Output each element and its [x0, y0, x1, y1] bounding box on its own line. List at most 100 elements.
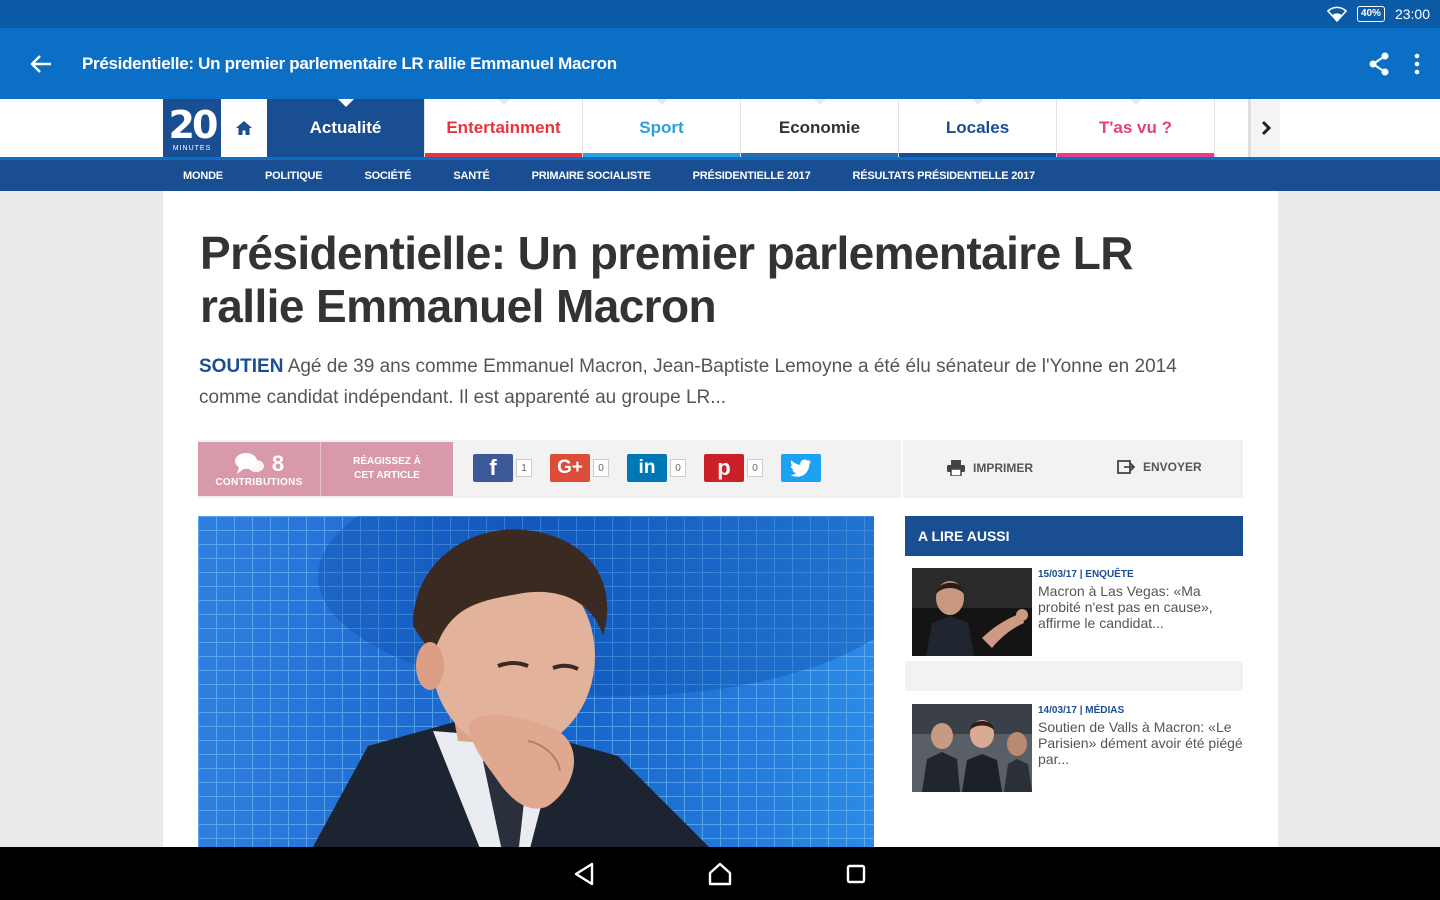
share-icon [1369, 52, 1389, 75]
subnav-item[interactable]: PRIMAIRE SOCIALISTE [532, 170, 651, 182]
system-nav-bar [0, 847, 1440, 900]
back-button[interactable] [0, 28, 82, 99]
subnav-item[interactable]: MONDE [183, 170, 223, 182]
nav-home-button[interactable] [707, 862, 733, 886]
tab-1[interactable]: Actualité [267, 99, 425, 157]
clock: 23:00 [1394, 6, 1430, 22]
site-logo[interactable]: 20 MINUTES [163, 99, 221, 157]
arrow-left-icon [30, 54, 51, 73]
wifi-icon [1326, 6, 1347, 22]
twitter-share-button[interactable] [781, 454, 821, 482]
subnav-item[interactable]: PRÉSIDENTIELLE 2017 [693, 170, 811, 182]
linkedin-count: 0 [670, 459, 686, 477]
article-lead: SOUTIEN Agé de 39 ans comme Emmanuel Mac… [199, 351, 1229, 413]
send-icon [1117, 460, 1135, 474]
related-thumbnail [912, 704, 1032, 792]
logo-subtitle: MINUTES [172, 144, 212, 152]
related-meta: 14/03/17 | MÉDIAS [1038, 705, 1125, 716]
comments-icon [234, 452, 264, 474]
square-recents-icon [846, 864, 866, 883]
article-headline: Présidentielle: Un premier parlementaire… [200, 227, 1133, 332]
tab-label: T'as vu ? [1098, 118, 1172, 137]
tab-3[interactable]: Sport [583, 99, 741, 157]
article-lead-text: Agé de 39 ans comme Emmanuel Macron, Jea… [199, 356, 1177, 408]
tabs-scroll-right-button[interactable] [1248, 99, 1280, 157]
subnav-item[interactable]: SOCIÉTÉ [364, 170, 411, 182]
tab-4[interactable]: Economie [741, 99, 899, 157]
battery-indicator: 40% [1356, 6, 1385, 22]
related-article-1[interactable]: 15/03/17 | ENQUÊTE Macron à Las Vegas: «… [912, 568, 1243, 658]
contributions-label: CONTRIBUTIONS [215, 476, 303, 488]
contributions-count: 8 [271, 450, 285, 476]
react-button[interactable]: RÉAGISSEZ À CET ARTICLE [321, 442, 453, 496]
print-label: IMPRIMER [973, 461, 1033, 475]
tab-6[interactable]: T'as vu ? [1057, 99, 1215, 157]
more-options-button[interactable] [1414, 53, 1420, 75]
related-title: A LIRE AUSSI [905, 516, 1243, 556]
related-meta: 15/03/17 | ENQUÊTE [1038, 569, 1134, 580]
status-bar: 40% 23:00 [0, 0, 1440, 28]
twitter-icon [781, 454, 821, 482]
tab-notch [655, 99, 668, 105]
app-bar-title: Présidentielle: Un premier parlementaire… [82, 53, 617, 73]
tab-notch [813, 99, 826, 105]
linkedin-share-button[interactable]: in 0 [627, 454, 686, 482]
facebook-icon: f [473, 454, 513, 482]
more-vert-icon [1414, 53, 1420, 74]
pinterest-share-button[interactable]: p 0 [704, 454, 763, 482]
send-button[interactable]: ENVOYER [1117, 460, 1202, 474]
related-thumbnail [912, 568, 1032, 656]
send-label: ENVOYER [1143, 460, 1202, 474]
nav-recents-button[interactable] [845, 863, 867, 885]
facebook-share-button[interactable]: f 1 [473, 454, 532, 482]
nav-back-button[interactable] [573, 862, 595, 886]
contributions-block: 8 CONTRIBUTIONS RÉAGISSEZ À CET ARTICLE [198, 442, 453, 496]
related-text: Soutien de Valls à Macron: «Le Parisien»… [1038, 719, 1243, 767]
share-button[interactable] [1368, 52, 1390, 76]
tab-label: Economie [778, 118, 861, 137]
related-article-2[interactable]: 14/03/17 | MÉDIAS Soutien de Valls à Mac… [912, 704, 1243, 794]
article-container: Présidentielle: Un premier parlementaire… [163, 191, 1278, 851]
pinterest-icon: p [704, 454, 744, 482]
tab-label: Sport [639, 118, 684, 137]
share-divider [901, 440, 903, 498]
tab-notch [497, 99, 510, 105]
tab-label: Actualité [309, 118, 382, 137]
related-separator [905, 661, 1243, 691]
tab-label: Locales [945, 118, 1010, 137]
google-plus-share-button[interactable]: G+ 0 [550, 454, 609, 482]
tab-notch [1129, 99, 1142, 105]
home-tab[interactable] [221, 99, 267, 157]
tab-label: Entertainment [446, 118, 561, 137]
linkedin-icon: in [627, 454, 667, 482]
react-label-1: RÉAGISSEZ À [353, 456, 421, 467]
subnav-item[interactable]: POLITIQUE [265, 170, 323, 182]
sub-nav: MONDE POLITIQUE SOCIÉTÉ SANTÉ PRIMAIRE SOCIA… [0, 157, 1440, 191]
react-label-2: CET ARTICLE [354, 470, 420, 481]
tab-2[interactable]: Entertainment [425, 99, 583, 157]
article-photo [198, 516, 874, 851]
facebook-count: 1 [516, 459, 532, 477]
subnav-item[interactable]: RÉSULTATS PRÉSIDENTIELLE 2017 [853, 170, 1036, 182]
app-bar: Présidentielle: Un premier parlementaire… [0, 28, 1440, 99]
tab-notch [971, 99, 984, 105]
home-outline-icon [708, 862, 732, 885]
app-screen: { "status_bar": { "battery": "40%", "tim… [0, 0, 1440, 900]
print-button[interactable]: IMPRIMER [947, 460, 1033, 476]
contributions-button[interactable]: 8 CONTRIBUTIONS [198, 442, 321, 496]
related-text: Macron à Las Vegas: «Ma probité n'est pa… [1038, 583, 1213, 631]
home-icon [236, 121, 252, 135]
logo-number: 20 [168, 102, 219, 147]
share-bar: 8 CONTRIBUTIONS RÉAGISSEZ À CET ARTICLE f… [198, 440, 1243, 498]
section-nav: 20 MINUTES Actualité Entertainment Sport Ec… [0, 99, 1440, 157]
article-kicker: SOUTIEN [199, 356, 284, 377]
google-count: 0 [593, 459, 609, 477]
google-plus-icon: G+ [550, 454, 590, 482]
related-articles: A LIRE AUSSI 15/03/17 | ENQUÊTE Macron à… [905, 516, 1243, 851]
chevron-right-icon [1261, 120, 1271, 136]
pinterest-count: 0 [747, 459, 763, 477]
printer-icon [947, 460, 965, 476]
subnav-item[interactable]: SANTÉ [453, 170, 489, 182]
triangle-back-icon [574, 862, 594, 885]
tab-5[interactable]: Locales [899, 99, 1057, 157]
